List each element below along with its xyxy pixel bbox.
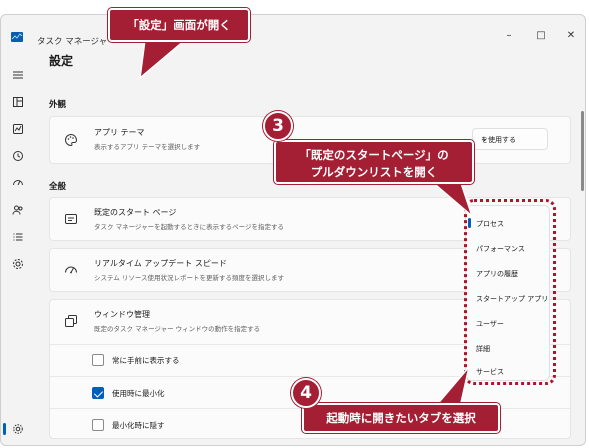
processes-icon (13, 97, 23, 107)
sidebar-nav (1, 55, 35, 445)
window-title: タスク マネージャー (37, 37, 116, 47)
minimize-button[interactable]: – (497, 27, 521, 43)
section-general: 全般 (49, 182, 67, 192)
checkbox-box[interactable] (92, 419, 104, 431)
default-start-page-title: 既定のスタート ページ (94, 208, 177, 217)
close-button[interactable]: ✕ (559, 27, 583, 43)
realtime-speed-desc: システム リソース使用状況レポートを更新する頻度を選択します (94, 274, 285, 282)
sidebar-item-details[interactable] (5, 225, 31, 249)
step3-badge: 3 (263, 111, 293, 141)
default-start-page-desc: タスク マネージャーを起動するときに表示するページを指定する (94, 223, 284, 231)
checkbox-box[interactable] (92, 354, 104, 366)
checkbox-label: 最小化時に隠す (112, 420, 165, 430)
scrollbar[interactable] (581, 111, 584, 191)
app-theme-desc: 表示するアプリ テーマを選択します (94, 143, 201, 151)
page-title: 設定 (49, 54, 74, 68)
checkbox-label: 使用時に最小化 (112, 388, 165, 398)
title-bar: タスク マネージャー – □ ✕ (1, 15, 585, 55)
app-theme-dropdown[interactable]: を使用する ⌄ (472, 128, 548, 150)
section-appearance: 外観 (49, 100, 67, 110)
window-management-desc: 既定のタスク マネージャー ウィンドウの動作を指定する (94, 325, 261, 333)
checkbox-minimize-on-use[interactable]: 使用時に最小化 (92, 386, 165, 400)
callout-step4: 起動時に開きたいタブを選択 (302, 403, 500, 433)
window-management-title: ウィンドウ管理 (94, 310, 150, 319)
hamburger-icon (13, 71, 23, 79)
services-icon (13, 259, 23, 269)
app-history-icon (13, 151, 23, 161)
callout-top-tail (139, 40, 187, 80)
task-manager-app-icon (11, 32, 23, 42)
palette-icon (65, 133, 78, 147)
settings-icon (13, 424, 23, 434)
startup-apps-icon (13, 180, 23, 186)
callout-step3-tail (428, 180, 474, 219)
chevron-down-icon: ⌄ (481, 134, 488, 143)
sidebar-item-users[interactable] (5, 198, 31, 222)
window-icon (65, 214, 77, 224)
details-icon (13, 233, 23, 241)
sidebar-item-app-history[interactable] (5, 144, 31, 168)
checkbox-hide-when-minimized[interactable]: 最小化時に隠す (92, 418, 165, 432)
realtime-speed-title: リアルタイム アップデート スピード (94, 259, 227, 268)
sidebar-item-performance[interactable] (5, 117, 31, 141)
sidebar-item-processes[interactable] (5, 90, 31, 114)
sidebar-item-startup-apps[interactable] (5, 171, 31, 195)
callout-settings-opens: 「設定」画面が開く (108, 8, 250, 42)
maximize-button[interactable]: □ (529, 27, 553, 43)
step3-text-line1: 「既定のスタートページ」の (299, 148, 449, 162)
menu-highlight-outline (464, 199, 556, 385)
checkbox-box[interactable] (92, 387, 104, 399)
menu-toggle-button[interactable] (5, 63, 31, 87)
users-icon (12, 205, 23, 215)
callout-step3: 「既定のスタートページ」の プルダウンリストを開く (274, 140, 474, 184)
windows-stack-icon (65, 315, 77, 327)
checkbox-label: 常に手前に表示する (112, 355, 180, 365)
performance-icon (13, 124, 23, 134)
speedometer-icon (65, 266, 77, 274)
sidebar-item-settings[interactable] (5, 417, 31, 441)
app-theme-title: アプリ テーマ (94, 128, 145, 137)
step3-text-line2: プルダウンリストを開く (310, 165, 438, 179)
sidebar-item-services[interactable] (5, 252, 31, 276)
step4-badge: 4 (291, 378, 321, 408)
checkbox-always-on-top[interactable]: 常に手前に表示する (92, 353, 180, 367)
